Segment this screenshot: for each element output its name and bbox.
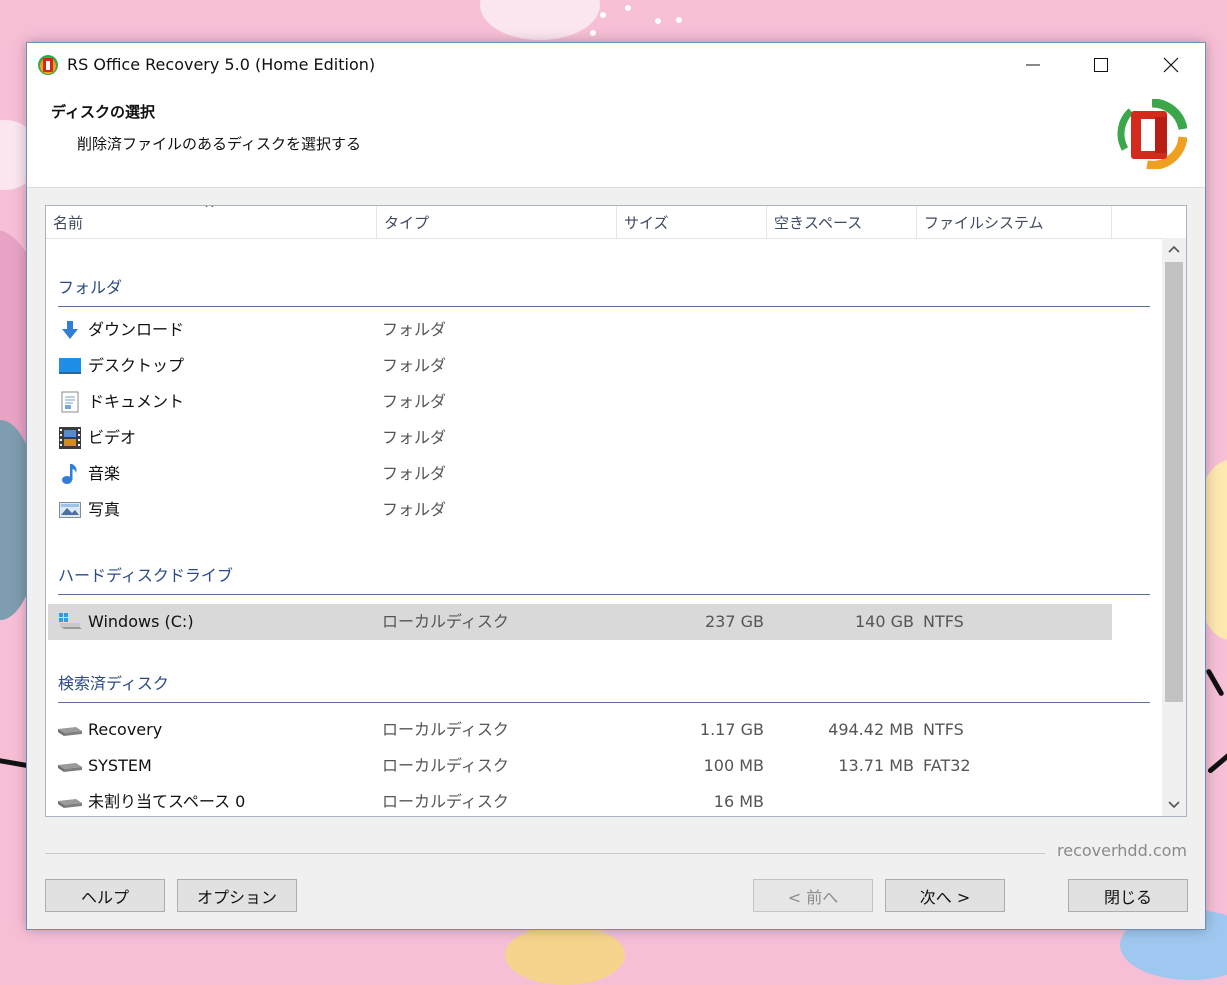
disk-icon [58,784,82,816]
close-icon [1163,57,1179,73]
maximize-button[interactable] [1067,43,1135,87]
next-button[interactable]: 次へ > [885,879,1005,912]
vertical-scrollbar[interactable] [1162,238,1186,816]
window-title: RS Office Recovery 5.0 (Home Edition) [67,55,376,74]
download-arrow-icon [58,312,82,348]
minimize-button[interactable] [999,43,1067,87]
item-free-space: 494.42 MB [828,720,914,739]
title-bar[interactable]: RS Office Recovery 5.0 (Home Edition) [27,43,1205,87]
item-name: 写真 [88,500,121,519]
item-name: デスクトップ [88,356,185,375]
item-name: 音楽 [88,464,121,483]
item-type: ローカルディスク [382,720,509,739]
item-size: 237 GB [705,612,764,631]
item-name: SYSTEM [88,756,152,775]
item-type: ローカルディスク [382,612,509,631]
column-name[interactable]: 名前 ^ [46,206,377,238]
scroll-up-button[interactable] [1162,238,1186,260]
back-button[interactable]: < 前へ [753,879,873,912]
list-item[interactable]: 写真 フォルダ [48,492,1112,528]
list-item[interactable]: ビデオ フォルダ [48,420,1112,456]
chevron-down-icon [1168,801,1180,809]
app-window: RS Office Recovery 5.0 (Home Edition) ディ… [26,42,1206,930]
page-title: ディスクの選択 [51,103,155,121]
disk-list[interactable]: 名前 ^ タイプ サイズ 空きスペース ファイルシステム フォルダ ダウンロード… [45,205,1187,817]
column-header-row: 名前 ^ タイプ サイズ 空きスペース ファイルシステム [46,206,1186,239]
footer-divider [45,853,1045,854]
list-item[interactable]: Recovery ローカルディスク 1.17 GB 494.42 MB NTFS [48,712,1112,748]
product-logo-icon [1117,99,1187,169]
item-type: フォルダ [382,500,447,519]
item-file-system: FAT32 [923,756,971,775]
app-logo-icon [38,55,58,75]
picture-icon [58,492,82,528]
list-item[interactable]: ダウンロード フォルダ [48,312,1112,348]
item-type: フォルダ [382,320,447,339]
list-item[interactable]: 音楽 フォルダ [48,456,1112,492]
maximize-icon [1094,58,1108,72]
list-content: フォルダ ダウンロード フォルダ デスクトップ フォルダ ドキュメント フォルダ… [46,238,1160,816]
windows-drive-icon [58,604,82,640]
item-type: フォルダ [382,428,447,447]
options-button[interactable]: オプション [177,879,297,912]
list-item[interactable]: SYSTEM ローカルディスク 100 MB 13.71 MB FAT32 [48,748,1112,784]
list-item[interactable]: 未割り当てスペース 0 ローカルディスク 16 MB [48,784,1112,816]
item-size: 1.17 GB [699,720,764,739]
item-free-space: 13.71 MB [838,756,914,775]
column-size[interactable]: サイズ [617,206,767,238]
item-name: ダウンロード [88,320,185,339]
help-button[interactable]: ヘルプ [45,879,165,912]
website-link[interactable]: recoverhdd.com [1057,841,1187,860]
page-subtitle: 削除済ファイルのあるディスクを選択する [77,135,361,153]
desktop-icon [58,348,82,384]
music-note-icon [58,456,82,492]
group-header-folders: フォルダ [58,274,1150,307]
item-file-system: NTFS [923,612,964,631]
item-file-system: NTFS [923,720,964,739]
group-header-hard-disks: ハードディスクドライブ [58,562,1150,595]
wizard-header: ディスクの選択 削除済ファイルのあるディスクを選択する [27,87,1205,188]
chevron-up-icon [1168,245,1180,253]
column-free-space[interactable]: 空きスペース [767,206,917,238]
column-name-label: 名前 [53,214,84,232]
list-item[interactable]: ドキュメント フォルダ [48,384,1112,420]
item-free-space: 140 GB [855,612,914,631]
video-icon [58,420,82,456]
item-name: ドキュメント [88,392,185,411]
document-icon [58,384,82,420]
list-item-selected[interactable]: Windows (C:) ローカルディスク 237 GB 140 GB NTFS [48,604,1112,640]
column-type[interactable]: タイプ [377,206,617,238]
item-free-space [768,784,914,816]
sort-ascending-icon: ^ [204,205,215,217]
item-type: ローカルディスク [382,792,509,811]
item-size: 16 MB [713,792,764,811]
close-window-button[interactable] [1137,43,1205,87]
item-type: フォルダ [382,392,447,411]
minimize-icon [1026,64,1040,66]
column-file-system[interactable]: ファイルシステム [917,206,1112,238]
item-size: 100 MB [703,756,764,775]
item-name: Recovery [88,720,163,739]
close-button[interactable]: 閉じる [1068,879,1188,912]
scroll-down-button[interactable] [1162,794,1186,816]
item-name: ビデオ [88,428,137,447]
disk-icon [58,748,82,784]
list-item[interactable]: デスクトップ フォルダ [48,348,1112,384]
group-header-found-disks: 検索済ディスク [58,670,1150,703]
disk-icon [58,712,82,748]
item-type: フォルダ [382,356,447,375]
item-type: フォルダ [382,464,447,483]
scrollbar-thumb[interactable] [1165,262,1183,702]
item-name: Windows (C:) [88,612,194,631]
item-type: ローカルディスク [382,756,509,775]
item-name: 未割り当てスペース 0 [88,792,246,811]
